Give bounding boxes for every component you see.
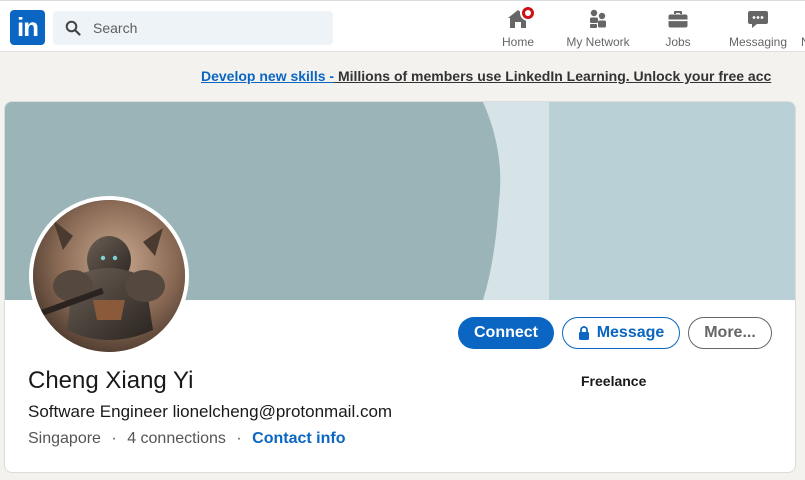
profile-name: Cheng Xiang Yi — [28, 367, 194, 394]
profile-company[interactable]: Freelance — [581, 373, 646, 389]
promo-text[interactable]: Millions of members use LinkedIn Learnin… — [334, 68, 771, 84]
profile-meta: Singapore · 4 connections · Contact info — [28, 430, 345, 448]
nav-my-network-label: My Network — [566, 35, 630, 49]
nav-messaging-label: Messaging — [728, 35, 788, 49]
nav-notifications-label: N — [801, 35, 805, 49]
connect-button[interactable]: Connect — [458, 317, 554, 349]
messaging-icon — [748, 11, 768, 28]
nav-notifications[interactable]: N — [801, 5, 805, 51]
message-button[interactable]: Message — [562, 317, 680, 349]
profile-location: Singapore — [28, 430, 101, 447]
profile-connections[interactable]: 4 connections — [127, 430, 226, 447]
search-box[interactable] — [53, 11, 333, 45]
profile-headline: Software Engineer lionelcheng@protonmail… — [28, 402, 393, 421]
search-input[interactable] — [93, 11, 323, 45]
search-icon — [65, 20, 81, 36]
nav-my-network[interactable]: My Network — [562, 5, 634, 51]
nav-jobs[interactable]: Jobs — [656, 5, 700, 51]
contact-info-link[interactable]: Contact info — [252, 430, 345, 447]
more-button[interactable]: More... — [688, 317, 772, 349]
top-nav-bar: in Home My Network Jobs — [0, 0, 805, 52]
nav-messaging[interactable]: Messaging — [724, 5, 792, 51]
nav-home[interactable]: Home — [496, 5, 540, 51]
linkedin-logo[interactable]: in — [10, 10, 45, 45]
message-button-label: Message — [596, 324, 665, 341]
profile-avatar[interactable] — [29, 196, 189, 356]
separator-dot: · — [111, 430, 117, 447]
network-icon — [590, 9, 606, 28]
lock-icon — [578, 326, 589, 340]
briefcase-icon — [668, 11, 688, 28]
separator-dot: · — [236, 430, 242, 447]
promo-banner: Develop new skills - Millions of members… — [0, 68, 805, 88]
profile-card: Connect Message More... Cheng Xiang Yi S… — [4, 101, 796, 473]
nav-jobs-label: Jobs — [665, 35, 691, 49]
notification-badge — [520, 5, 536, 21]
notifications-icon — [801, 5, 805, 31]
promo-link[interactable]: Develop new skills - — [201, 68, 334, 84]
nav-home-label: Home — [501, 35, 534, 49]
